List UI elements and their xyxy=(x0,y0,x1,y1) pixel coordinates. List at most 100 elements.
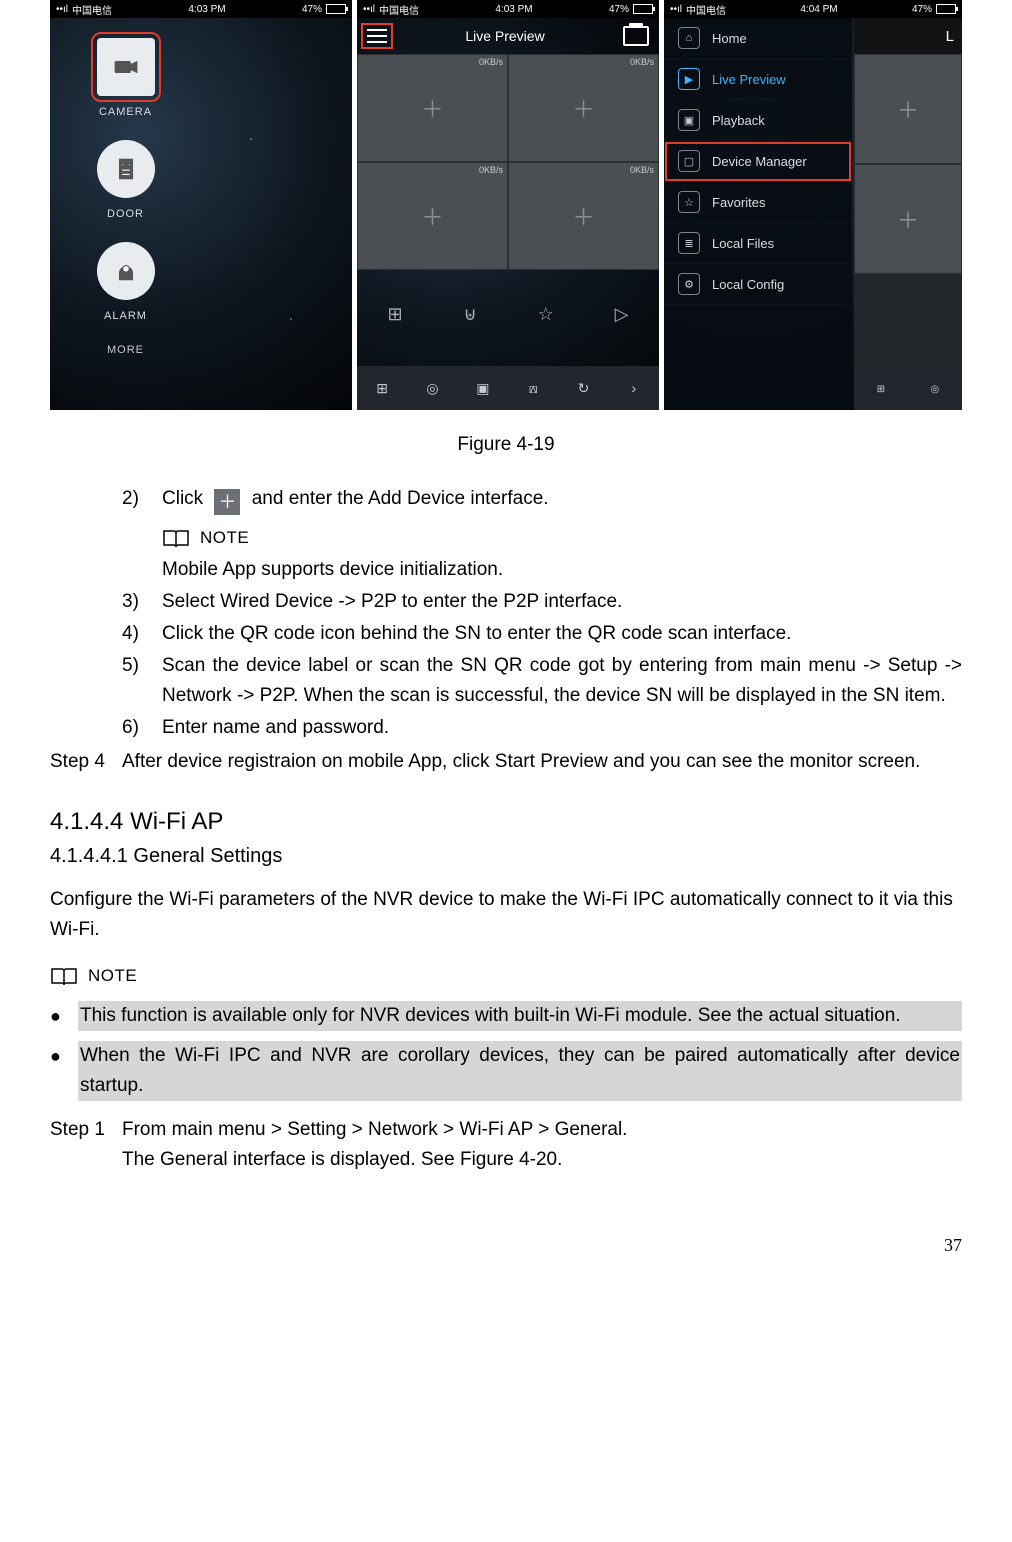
record-icon[interactable]: ▣ xyxy=(473,378,493,398)
playback-icon: ▣ xyxy=(678,109,700,131)
note-label: NOTE xyxy=(200,523,249,553)
drawer-item-home[interactable]: ⌂ Home xyxy=(664,18,852,59)
carrier-label: 中国电信 xyxy=(72,2,112,17)
step-2-text-b: and enter the Add Device interface. xyxy=(252,488,549,509)
note: NOTE xyxy=(162,523,962,553)
battery-icon xyxy=(633,4,653,14)
battery-icon xyxy=(326,4,346,14)
body-text: 2) Click ＋ and enter the Add Device inte… xyxy=(0,484,1012,1175)
drawer-item-live-preview[interactable]: ▶ Live Preview xyxy=(664,59,852,100)
tile-alarm[interactable]: ALARM xyxy=(97,242,155,322)
screenshot-2: ••ıl 中国电信 4:03 PM 47% Live Preview ＋0KB/… xyxy=(357,0,659,410)
step-4-outer: Step 4 After device registraion on mobil… xyxy=(50,747,962,777)
battery-label: 47% xyxy=(912,4,932,15)
battery-label: 47% xyxy=(302,4,322,15)
step-number: 5) xyxy=(122,651,162,711)
grid-icon[interactable]: ⊞ xyxy=(877,384,885,395)
note: NOTE xyxy=(50,961,962,991)
preview-cell[interactable]: ＋ xyxy=(854,164,962,274)
step-2-note-text: Mobile App supports device initializatio… xyxy=(162,555,962,585)
drawer-label: Favorites xyxy=(712,195,765,210)
preview-cell[interactable]: ＋ xyxy=(854,54,962,164)
bullet-icon: ● xyxy=(50,1041,78,1101)
preview-cell-1[interactable]: ＋0KB/s xyxy=(357,54,508,162)
layout-icon[interactable]: ⊞ xyxy=(387,304,402,325)
app-title: Live Preview xyxy=(465,28,544,44)
figure-caption: Figure 4-19 xyxy=(0,434,1012,456)
chevron-right-icon[interactable]: › xyxy=(624,378,644,398)
signal-icon: ••ıl xyxy=(363,4,375,15)
mic-icon[interactable]: ⊎ xyxy=(463,304,476,325)
carrier-label: 中国电信 xyxy=(379,2,419,17)
note-label: NOTE xyxy=(88,961,137,991)
paragraph: Configure the Wi-Fi parameters of the NV… xyxy=(50,885,962,945)
camera-icon xyxy=(97,38,155,96)
alarm-icon xyxy=(97,242,155,300)
tile-more-label: MORE xyxy=(107,344,144,356)
background-screen: L ＋ ＋ ⊞ ◎ xyxy=(854,18,962,410)
preview-cell-4[interactable]: ＋0KB/s xyxy=(508,162,659,270)
refresh-icon[interactable]: ↻ xyxy=(573,378,593,398)
nav-drawer: ⌂ Home ▶ Live Preview ▣ Playback ▢ Devic… xyxy=(664,18,852,410)
drawer-label: Device Manager xyxy=(712,154,807,169)
step-3-text: Select Wired Device -> P2P to enter the … xyxy=(162,587,962,617)
bitrate-label: 0KB/s xyxy=(630,57,654,67)
clock-label: 4:03 PM xyxy=(495,4,532,15)
heading-4: 4.1.4.4.1 General Settings xyxy=(50,841,962,871)
step-label: Step 4 xyxy=(50,747,122,777)
status-bar: ••ıl 中国电信 4:03 PM 47% xyxy=(50,0,352,18)
play-icon[interactable]: ▷ xyxy=(615,304,629,325)
plus-icon: ＋ xyxy=(214,489,240,515)
step-6: 6) Enter name and password. xyxy=(122,713,962,743)
snapshot-icon[interactable]: ◎ xyxy=(422,378,442,398)
mid-toolbar: ⊞ ⊎ ☆ ▷ xyxy=(357,286,659,342)
files-icon: ≣ xyxy=(678,232,700,254)
device-icon: ▢ xyxy=(678,150,700,172)
tile-door-label: DOOR xyxy=(107,208,144,220)
drawer-label: Local Config xyxy=(712,277,784,292)
drawer-item-device-manager[interactable]: ▢ Device Manager xyxy=(664,141,852,182)
preview-cell-2[interactable]: ＋0KB/s xyxy=(508,54,659,162)
screenshot-3: ••ıl 中国电信 4:04 PM 47% L ＋ ＋ ⊞ ◎ xyxy=(664,0,962,410)
signal-icon: ••ıl xyxy=(670,4,682,15)
drawer-item-local-config[interactable]: ⚙ Local Config xyxy=(664,264,852,305)
star-icon: ☆ xyxy=(678,191,700,213)
step-4-sub-text: Click the QR code icon behind the SN to … xyxy=(162,619,962,649)
drawer-item-playback[interactable]: ▣ Playback xyxy=(664,100,852,141)
live-icon: ▶ xyxy=(678,68,700,90)
step-2: 2) Click ＋ and enter the Add Device inte… xyxy=(122,484,962,585)
star-icon[interactable]: ☆ xyxy=(538,304,554,325)
bitrate-label: 0KB/s xyxy=(630,165,654,175)
grid-icon[interactable]: ⊞ xyxy=(372,378,392,398)
tile-more[interactable]: MORE xyxy=(107,344,144,356)
step-6-text: Enter name and password. xyxy=(162,713,962,743)
bullet-item: ● When the Wi-Fi IPC and NVR are corolla… xyxy=(50,1041,962,1101)
image-icon[interactable]: ⟎ xyxy=(523,378,543,398)
tile-door[interactable]: DOOR xyxy=(97,140,155,220)
tile-alarm-label: ALARM xyxy=(104,310,147,322)
title-letter: L xyxy=(946,28,954,45)
figure-row: ••ıl 中国电信 4:03 PM 47% xyxy=(0,0,1012,410)
drawer-item-favorites[interactable]: ☆ Favorites xyxy=(664,182,852,223)
preview-cell-3[interactable]: ＋0KB/s xyxy=(357,162,508,270)
step-1: Step 1 From main menu > Setting > Networ… xyxy=(50,1115,962,1175)
menu-icon[interactable] xyxy=(367,29,387,43)
bullet-text: When the Wi-Fi IPC and NVR are corollary… xyxy=(78,1041,962,1101)
screenshot-1: ••ıl 中国电信 4:03 PM 47% xyxy=(50,0,352,410)
home-icon: ⌂ xyxy=(678,27,700,49)
gear-icon: ⚙ xyxy=(678,273,700,295)
drawer-label: Live Preview xyxy=(712,72,786,87)
preview-grid: ＋0KB/s ＋0KB/s ＋0KB/s ＋0KB/s xyxy=(357,54,659,270)
step-number: 4) xyxy=(122,619,162,649)
drawer-item-local-files[interactable]: ≣ Local Files xyxy=(664,223,852,264)
bitrate-label: 0KB/s xyxy=(479,57,503,67)
step-1-line-1: From main menu > Setting > Network > Wi-… xyxy=(122,1115,627,1145)
tile-camera[interactable]: CAMERA xyxy=(97,38,155,118)
device-icon[interactable] xyxy=(623,26,649,46)
signal-icon: ••ıl xyxy=(56,4,68,15)
step-2-text-a: Click xyxy=(162,488,203,509)
app-bar: Live Preview xyxy=(357,18,659,54)
snapshot-icon[interactable]: ◎ xyxy=(931,384,940,395)
drawer-label: Playback xyxy=(712,113,765,128)
drawer-label: Home xyxy=(712,31,747,46)
